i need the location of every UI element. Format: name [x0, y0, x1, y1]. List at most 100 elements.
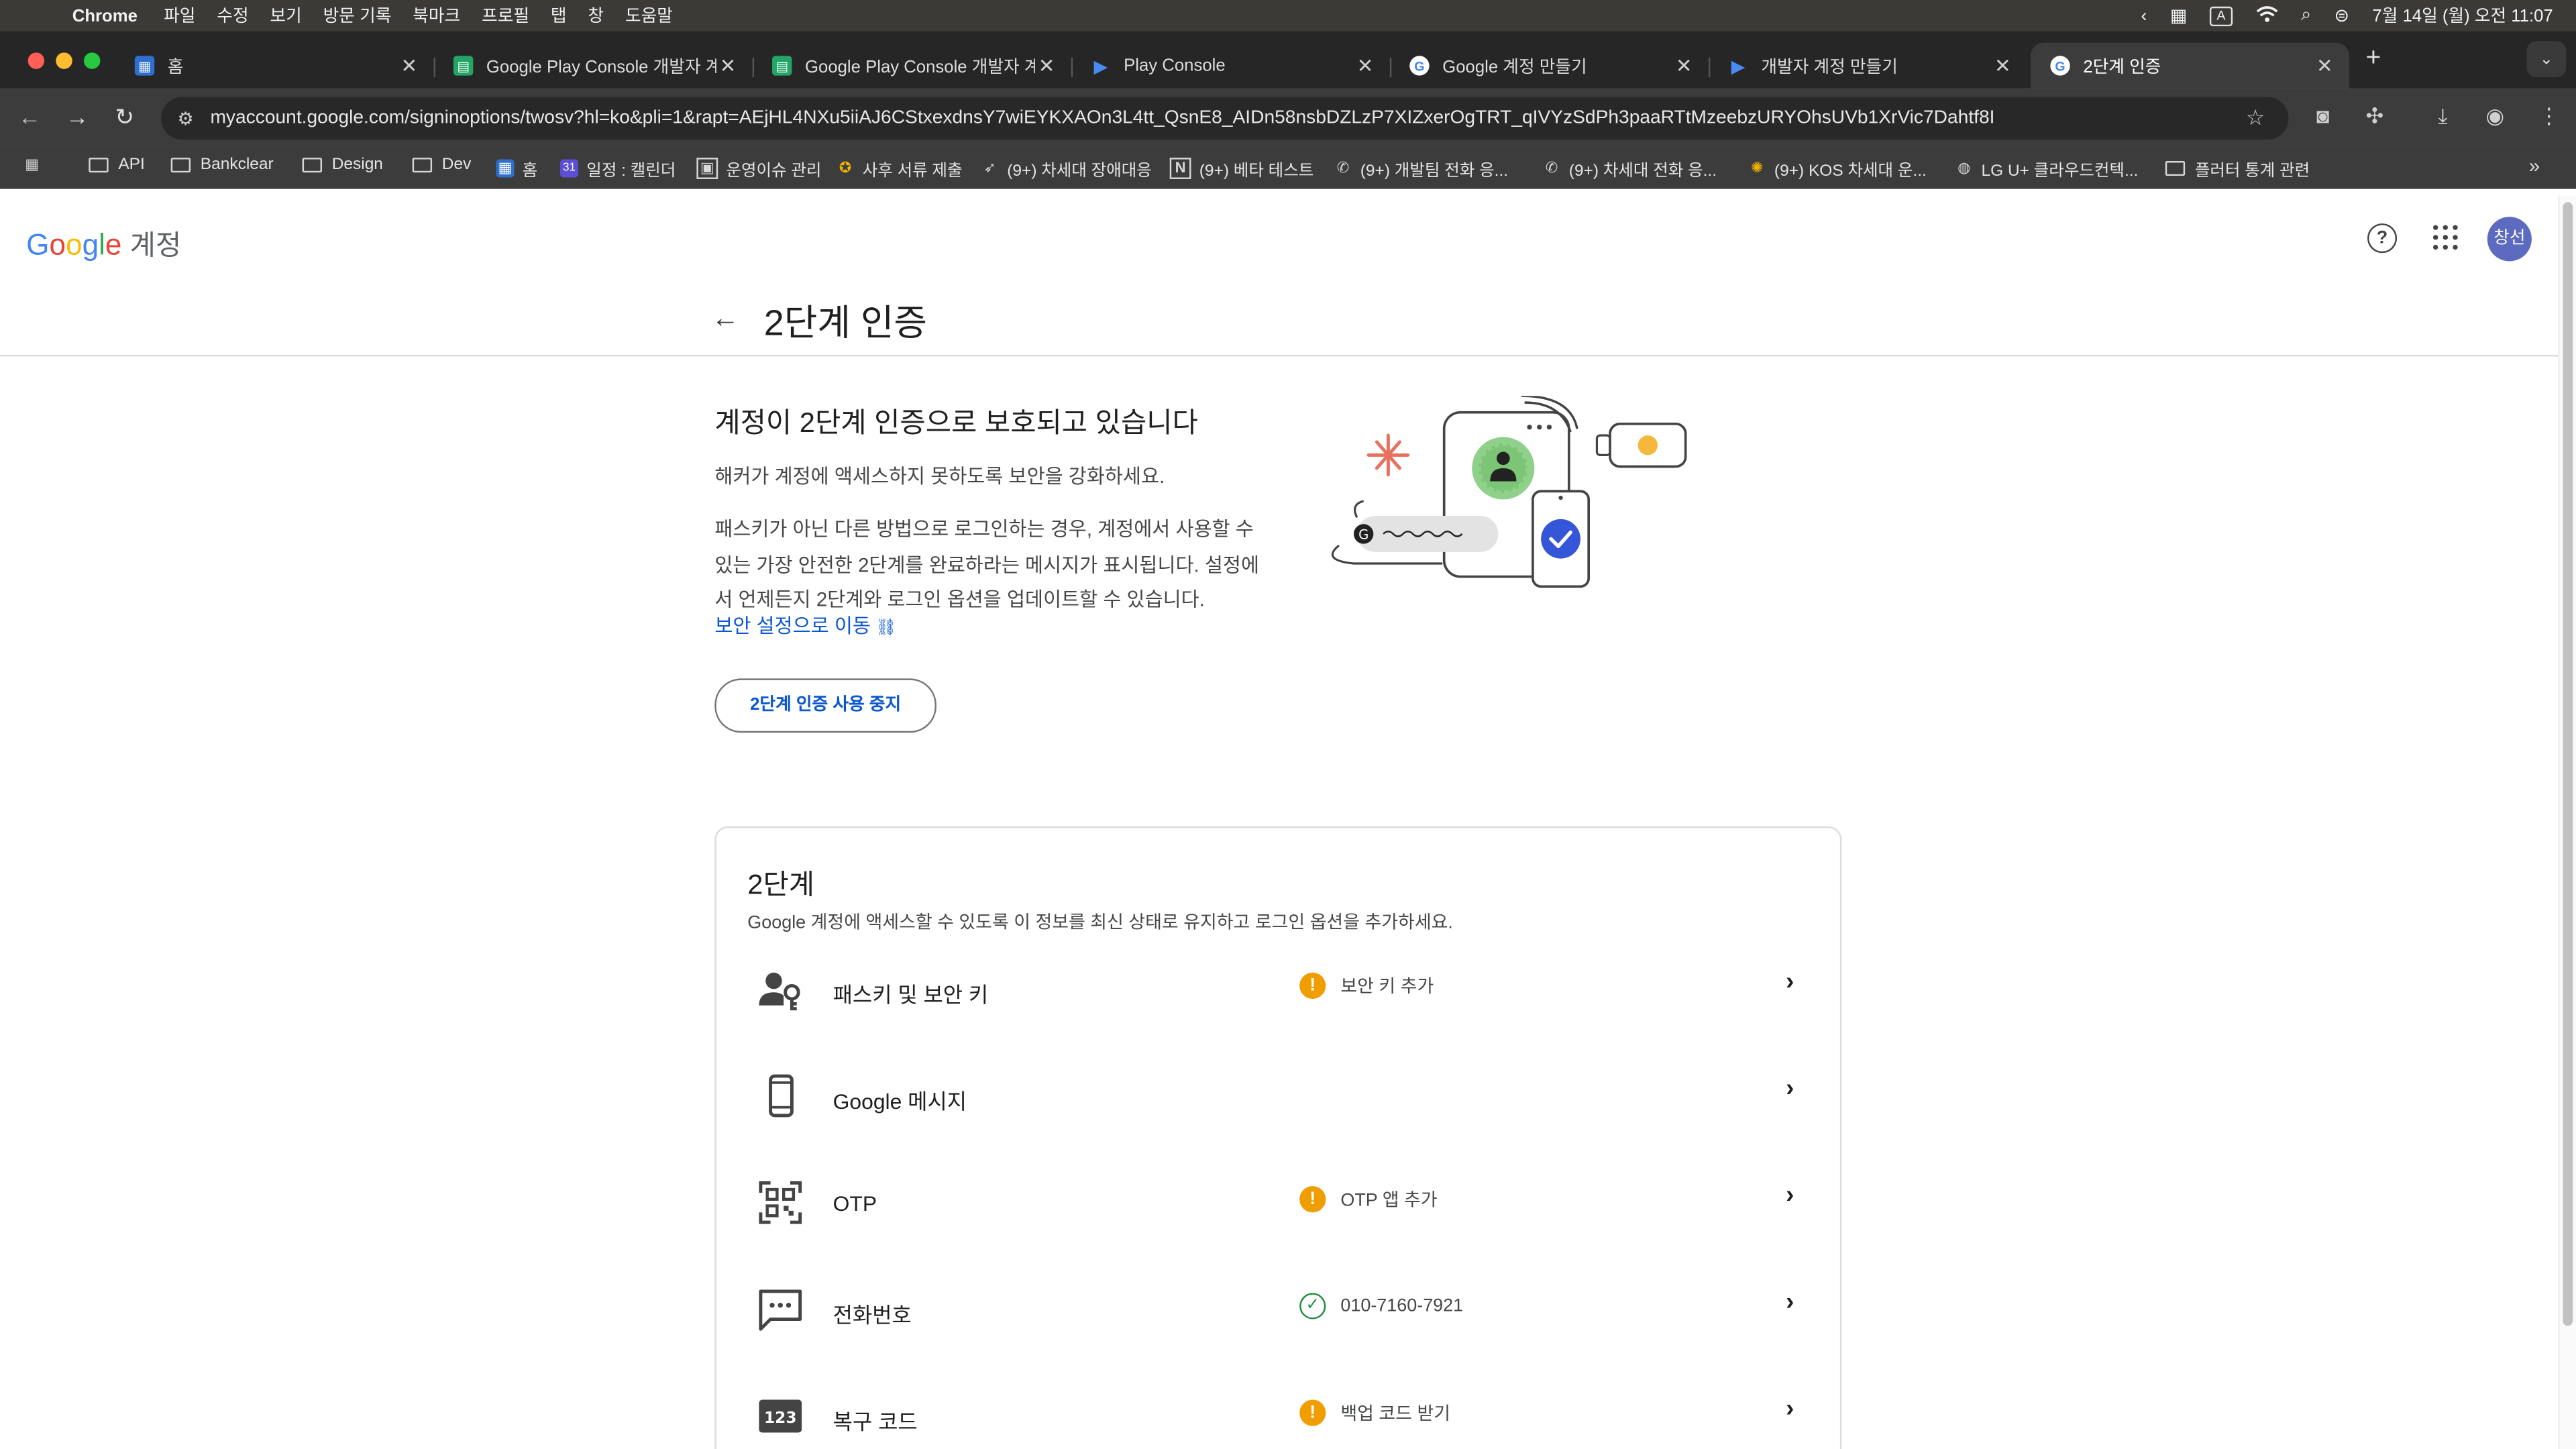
bookmark-doc-submit[interactable]: ✪ 사후 서류 제출 — [837, 156, 963, 181]
bookmark-flutter-stats[interactable]: 플러터 통계 관련 — [2165, 156, 2310, 180]
menu-clock[interactable]: 7월 14일 (월) 오전 11:07 — [2372, 3, 2553, 28]
bookmark-kos[interactable]: ✺ (9+) KOS 차세대 운... — [1748, 156, 1927, 181]
sheets-icon: ▤ — [453, 56, 474, 76]
control-center-icon[interactable]: ⊜ — [2334, 5, 2350, 26]
menu-profile[interactable]: 프로필 — [482, 3, 529, 28]
menu-tab[interactable]: 탭 — [551, 3, 567, 28]
reload-icon[interactable]: ↻ — [115, 103, 134, 131]
help-icon[interactable]: ? — [2367, 223, 2398, 254]
sms-icon — [759, 1289, 802, 1331]
profile-icon[interactable]: ◉ — [2485, 103, 2504, 129]
wifi-icon[interactable] — [2255, 4, 2278, 27]
turn-off-2sv-button[interactable]: 2단계 인증 사용 중지 — [714, 678, 936, 733]
tab-play-console-sheet-1[interactable]: ▤ Google Play Console 개발자 계... ✕ — [434, 43, 753, 89]
input-source-icon[interactable]: A — [2210, 5, 2233, 25]
bookmark-calendar[interactable]: 31 일정 : 캘린더 — [560, 156, 676, 180]
more-menu-icon[interactable]: ⋮ — [2538, 103, 2560, 129]
chevron-double-right-icon[interactable]: » — [2529, 154, 2540, 177]
tab-strip: ▦ 홈 ✕ ▤ Google Play Console 개발자 계... ✕ ▤… — [0, 31, 2576, 89]
bookmark-bankclear[interactable]: Bankclear — [170, 156, 274, 174]
close-icon[interactable]: ✕ — [716, 54, 739, 77]
menu-history[interactable]: 방문 기록 — [323, 3, 392, 28]
list-item-backup-codes[interactable]: 123 복구 코드 ! 백업 코드 받기 › — [716, 1375, 1840, 1449]
play-console-icon: ▶ — [1731, 56, 1746, 76]
two-step-illustration: G — [1331, 396, 1687, 588]
site-settings-icon[interactable]: ⚙ — [177, 107, 200, 129]
warning-icon: ! — [1299, 972, 1326, 999]
chevron-right-icon[interactable]: › — [1786, 1181, 1794, 1210]
bookmark-beta-test[interactable]: N (9+) 베타 테스트 — [1169, 156, 1313, 180]
bookmark-api[interactable]: API — [89, 156, 145, 174]
list-item-otp[interactable]: OTP ! OTP 앱 추가 › — [716, 1161, 1840, 1263]
close-icon[interactable]: ✕ — [1991, 54, 2014, 77]
bookmark-home[interactable]: ▦ 홈 — [496, 156, 537, 180]
tab-two-step-verification[interactable]: G 2단계 인증 ✕ — [2030, 42, 2350, 89]
menu-window[interactable]: 창 — [588, 3, 604, 28]
bookmark-apps[interactable]: ▦ — [23, 156, 49, 174]
google-apps-icon[interactable] — [2432, 225, 2458, 250]
back-icon[interactable]: ← — [18, 103, 41, 129]
menu-app-name[interactable]: Chrome — [72, 6, 138, 25]
hero-body: 패스키가 아닌 다른 방법으로 로그인하는 경우, 계정에서 사용할 수 있는 … — [714, 517, 1260, 612]
tab-google-account-create[interactable]: G Google 계정 만들기 ✕ — [1390, 43, 1709, 89]
list-item-passkeys[interactable]: 패스키 및 보안 키 ! 보안 키 추가 › — [716, 948, 1840, 1050]
close-window-icon[interactable] — [28, 52, 45, 69]
scrollbar-thumb[interactable] — [2563, 202, 2573, 1326]
forward-icon[interactable]: → — [66, 103, 89, 129]
avatar[interactable]: 창선 — [2487, 217, 2532, 262]
list-item-phone-number[interactable]: 전화번호 ✓ 010-7160-7921 › — [716, 1269, 1840, 1371]
menu-file[interactable]: 파일 — [164, 3, 195, 28]
page-title: 2단계 인증 — [763, 302, 928, 343]
chevron-right-icon[interactable]: › — [1786, 1288, 1794, 1316]
bookmark-next-phone[interactable]: ✆ (9+) 차세대 전화 응... — [1543, 156, 1717, 181]
tab-developer-account-create[interactable]: ▶ 개발자 계정 만들기 ✕ — [1709, 43, 2027, 89]
close-icon[interactable]: ✕ — [1672, 54, 1695, 77]
folder-icon — [2165, 161, 2186, 176]
close-icon[interactable]: ✕ — [398, 54, 421, 77]
menu-view[interactable]: 보기 — [270, 3, 301, 28]
status-badge: ! 보안 키 추가 — [1299, 972, 1434, 999]
menu-edit[interactable]: 수정 — [217, 3, 248, 28]
svg-text:G: G — [1358, 527, 1368, 542]
back-arrow-icon[interactable]: ← — [711, 303, 739, 335]
keyboard-icon[interactable]: ▦ — [2170, 5, 2187, 26]
security-settings-link[interactable]: 보안 설정으로 이동 ⛓ — [714, 611, 896, 639]
tab-play-console[interactable]: ▶ Play Console ✕ — [1071, 43, 1390, 89]
minimize-window-icon[interactable] — [56, 52, 72, 69]
url-text[interactable]: myaccount.google.com/signinoptions/twosv… — [210, 109, 2245, 128]
address-bar[interactable]: ⚙ myaccount.google.com/signinoptions/two… — [161, 97, 2289, 140]
close-icon[interactable]: ✕ — [2313, 54, 2336, 77]
close-icon[interactable]: ✕ — [1035, 54, 1058, 77]
chevron-left-icon[interactable]: ‹ — [2141, 6, 2147, 25]
page-scrollbar[interactable] — [2558, 195, 2576, 1449]
status-badge: ✓ 010-7160-7921 — [1299, 1293, 1463, 1320]
list-item-google-prompts[interactable]: Google 메시지 › — [716, 1055, 1840, 1157]
bookmark-design[interactable]: Design — [302, 156, 383, 174]
folder-icon — [302, 158, 323, 173]
bookmark-ops-issue[interactable]: ▣ 운영이슈 관리 — [696, 156, 821, 180]
account-label: 계정 — [129, 229, 182, 262]
bookmark-dev[interactable]: Dev — [412, 156, 471, 174]
bookmark-lg-cloud[interactable]: ◍ LG U+ 클라우드컨텍... — [1955, 156, 2138, 181]
new-tab-button[interactable]: + — [2366, 44, 2381, 74]
menu-help[interactable]: 도움말 — [625, 3, 673, 28]
spotlight-search-icon[interactable]: ⌕ — [2301, 5, 2311, 26]
tab-home[interactable]: ▦ 홈 ✕ — [115, 43, 433, 89]
tab-search-button[interactable]: ⌄ — [2526, 41, 2567, 78]
menu-bookmarks[interactable]: 북마크 — [413, 3, 460, 28]
link-icon: ⛓ — [875, 619, 897, 638]
camera-icon[interactable]: ◙ — [2316, 103, 2329, 128]
download-icon[interactable]: ⤓ — [2438, 103, 2447, 129]
bookmark-star-icon[interactable]: ☆ — [2246, 105, 2272, 131]
chevron-right-icon[interactable]: › — [1786, 967, 1794, 996]
bookmark-dev-phone[interactable]: ✆ (9+) 개발팀 전화 응... — [1334, 156, 1508, 181]
tab-play-console-sheet-2[interactable]: ▤ Google Play Console 개발자 계... ✕ — [753, 43, 1071, 89]
google-account-logo[interactable]: Google 계정 — [26, 222, 181, 263]
extensions-icon[interactable]: ✣ — [2366, 103, 2384, 129]
bookmark-incident[interactable]: ➶ (9+) 차세대 장애대응 — [981, 156, 1152, 181]
zoom-window-icon[interactable] — [83, 52, 101, 69]
chevron-right-icon[interactable]: › — [1786, 1395, 1794, 1423]
menu-extras: ‹ ▦ A ⌕ ⊜ 7월 14일 (월) 오전 11:07 — [2141, 0, 2553, 32]
close-icon[interactable]: ✕ — [1354, 54, 1377, 77]
chevron-right-icon[interactable]: › — [1786, 1075, 1794, 1103]
